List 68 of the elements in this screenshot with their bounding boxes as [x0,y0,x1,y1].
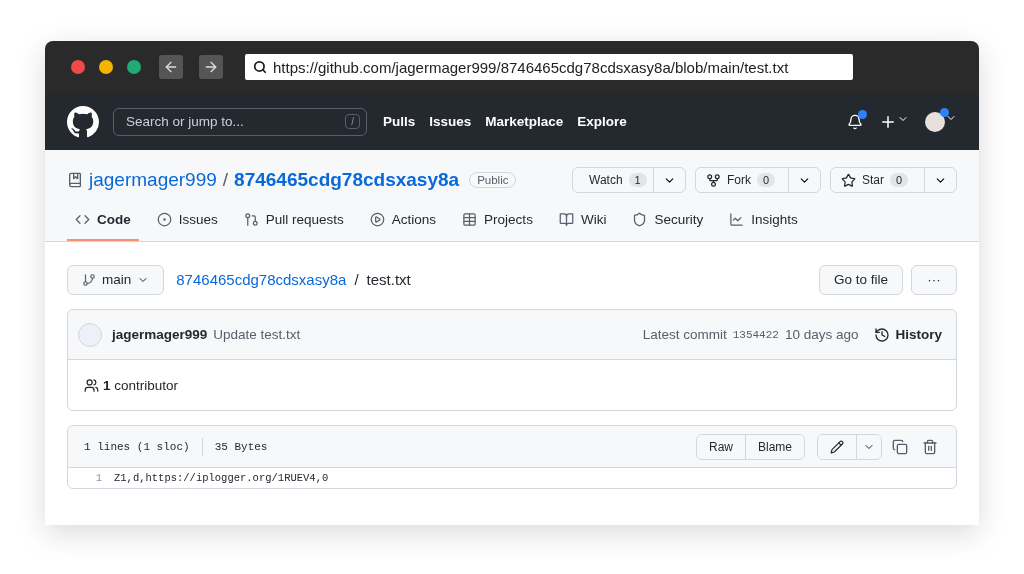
wiki-tab-icon [558,212,574,227]
repo-action-button[interactable]: Watch 1 [573,168,653,192]
repo-tab[interactable]: Issues [148,212,226,241]
actions-tab-icon [369,212,385,227]
history-link[interactable]: History [874,326,942,343]
file-name: test.txt [366,271,411,288]
octocat-logo-icon[interactable] [67,105,99,138]
avatar-menu-button[interactable] [925,111,957,132]
repo-tab[interactable]: Insights [721,212,806,241]
nav-link[interactable]: Issues [429,114,472,129]
trash-icon [922,438,938,455]
path-separator: / [354,271,359,288]
repo-tab[interactable]: Security [624,212,712,241]
user-avatar [925,111,945,132]
minimize-window-dot[interactable] [99,60,113,74]
security-tab-icon [632,212,648,227]
author-avatar [78,322,102,347]
repo-action-button[interactable]: Fork 0 [696,168,788,192]
path-separator: / [222,169,229,191]
pulls-tab-icon [243,212,259,227]
repo-tab[interactable]: Projects [454,212,541,241]
projects-tab-icon [462,212,478,227]
repo-name-link[interactable]: 8746465cdg78cdsxasy8a [234,169,460,191]
fork-icon [706,172,721,188]
nav-link[interactable]: Explore [577,114,627,129]
commit-message: Update test.txt [213,327,301,342]
go-to-file-button[interactable]: Go to file [818,264,903,295]
search-field[interactable]: Search or jump to... / [113,107,367,136]
search-icon [253,60,267,74]
blame-button[interactable]: Blame [745,434,804,459]
repo-action-button[interactable]: Star 0 [831,168,924,192]
more-options-button[interactable]: ··· [911,264,957,295]
repo-link[interactable]: 8746465cdg78cdsxasy8a [176,271,347,288]
forward-button[interactable] [199,55,223,79]
repo-tab[interactable]: Wiki [550,212,615,241]
nav-link[interactable]: Pulls [383,114,416,129]
back-button[interactable] [159,55,183,79]
commit-time: 10 days ago [784,327,859,342]
repo-tab[interactable]: Pull requests [235,212,352,241]
star-icon [841,172,856,188]
code-line: Z1,d,https://iplogger.org/1RUEV4,0 [114,472,329,484]
issues-tab-icon [156,212,172,227]
pencil-icon [830,439,844,454]
branch-icon [82,272,96,287]
code-tab-icon [75,212,90,227]
unread-dot [858,109,867,119]
bell-icon [847,113,863,130]
branch-selector[interactable]: main [67,264,165,295]
line-number: 1 [94,472,103,484]
commit-author[interactable]: jagermager999 [112,327,208,342]
nav-link[interactable]: Marketplace [485,114,564,129]
history-icon [874,326,891,343]
commit-sha[interactable]: 1354422 [732,328,779,341]
people-icon [84,377,99,393]
address-bar[interactable]: https://github.com/jagermager999/8746465cdg78cdsxasy8a/blob/main/test.txt [245,54,853,80]
maximize-window-dot[interactable] [127,60,141,74]
close-window-dot[interactable] [71,60,85,74]
owner-link[interactable]: jagermager999 [89,169,217,191]
contributor-count: 1 contributor [103,377,179,393]
repo-tab[interactable]: Actions [361,212,445,241]
status-dot [940,107,949,117]
copy-icon [892,438,908,455]
repo-icon [67,172,83,188]
repo-tab[interactable]: Code [67,212,139,241]
latest-commit-label: Latest commit [642,327,727,342]
line-count: 1 lines (1 sloc) [84,440,190,453]
insights-tab-icon [729,212,745,227]
file-size: 35 Bytes [214,440,268,453]
